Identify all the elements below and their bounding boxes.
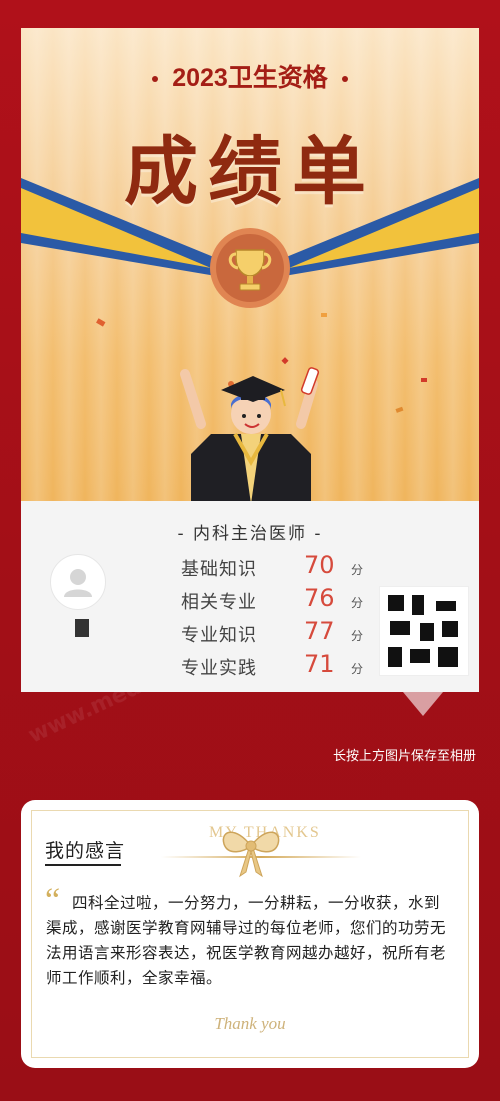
name-redaction bbox=[75, 619, 89, 637]
trophy-icon bbox=[210, 228, 290, 308]
dot-decoration bbox=[341, 76, 348, 83]
subject-name: 基础知识 bbox=[181, 559, 257, 580]
thoughts-text: 四科全过啦，一分努力，一分耕耘，一分收获，水到渠成，感谢医学教育网辅导过的每位老… bbox=[46, 894, 447, 987]
qr-code-icon bbox=[379, 586, 469, 676]
graduate-illustration bbox=[180, 367, 320, 501]
year-title-text: 2023卫生资格 bbox=[172, 64, 328, 92]
subject-score: 76 bbox=[304, 584, 335, 612]
subject-title: - 内科主治医师 - bbox=[177, 524, 323, 544]
pointer-triangle bbox=[403, 692, 443, 716]
avatar-placeholder-icon bbox=[64, 569, 92, 597]
subject-score: 71 bbox=[304, 650, 335, 678]
score-unit: 分 bbox=[351, 563, 364, 577]
subject-score: 77 bbox=[304, 617, 335, 645]
score-unit: 分 bbox=[351, 629, 364, 643]
subject-name: 专业实践 bbox=[181, 658, 257, 679]
subject-score: 70 bbox=[304, 551, 335, 579]
score-row: 相关专业 76 分 bbox=[181, 584, 401, 616]
save-to-album-hint: 长按上方图片保存至相册 bbox=[332, 749, 476, 764]
avatar bbox=[50, 554, 106, 610]
score-certificate[interactable]: 2023卫生资格 成绩单 - 内科主治医师 - 基础知识 70 分 相关专业 7… bbox=[21, 28, 479, 692]
certificate-banner: 2023卫生资格 成绩单 bbox=[21, 28, 479, 501]
score-unit: 分 bbox=[351, 596, 364, 610]
dot-decoration bbox=[152, 76, 159, 83]
title-underline bbox=[45, 864, 121, 866]
score-row: 专业知识 77 分 bbox=[181, 617, 401, 649]
score-row: 基础知识 70 分 bbox=[181, 551, 401, 583]
score-row: 专业实践 71 分 bbox=[181, 650, 401, 682]
subject-name: 专业知识 bbox=[181, 625, 257, 646]
score-results: - 内科主治医师 - 基础知识 70 分 相关专业 76 分 专业知识 77 分… bbox=[21, 501, 479, 692]
thoughts-title: 我的感言 bbox=[45, 840, 126, 862]
certificate-main-title: 成绩单 bbox=[124, 129, 376, 215]
thoughts-card: MY THANKS 我的感言 “ 四科全过啦，一分努力，一分耕耘，一分收获，水到… bbox=[21, 800, 479, 1068]
certificate-year-title: 2023卫生资格 bbox=[21, 58, 479, 94]
subject-name: 相关专业 bbox=[181, 592, 257, 613]
score-unit: 分 bbox=[351, 662, 364, 676]
bow-icon bbox=[222, 831, 280, 878]
thank-you-signature: Thank you bbox=[214, 1014, 286, 1033]
